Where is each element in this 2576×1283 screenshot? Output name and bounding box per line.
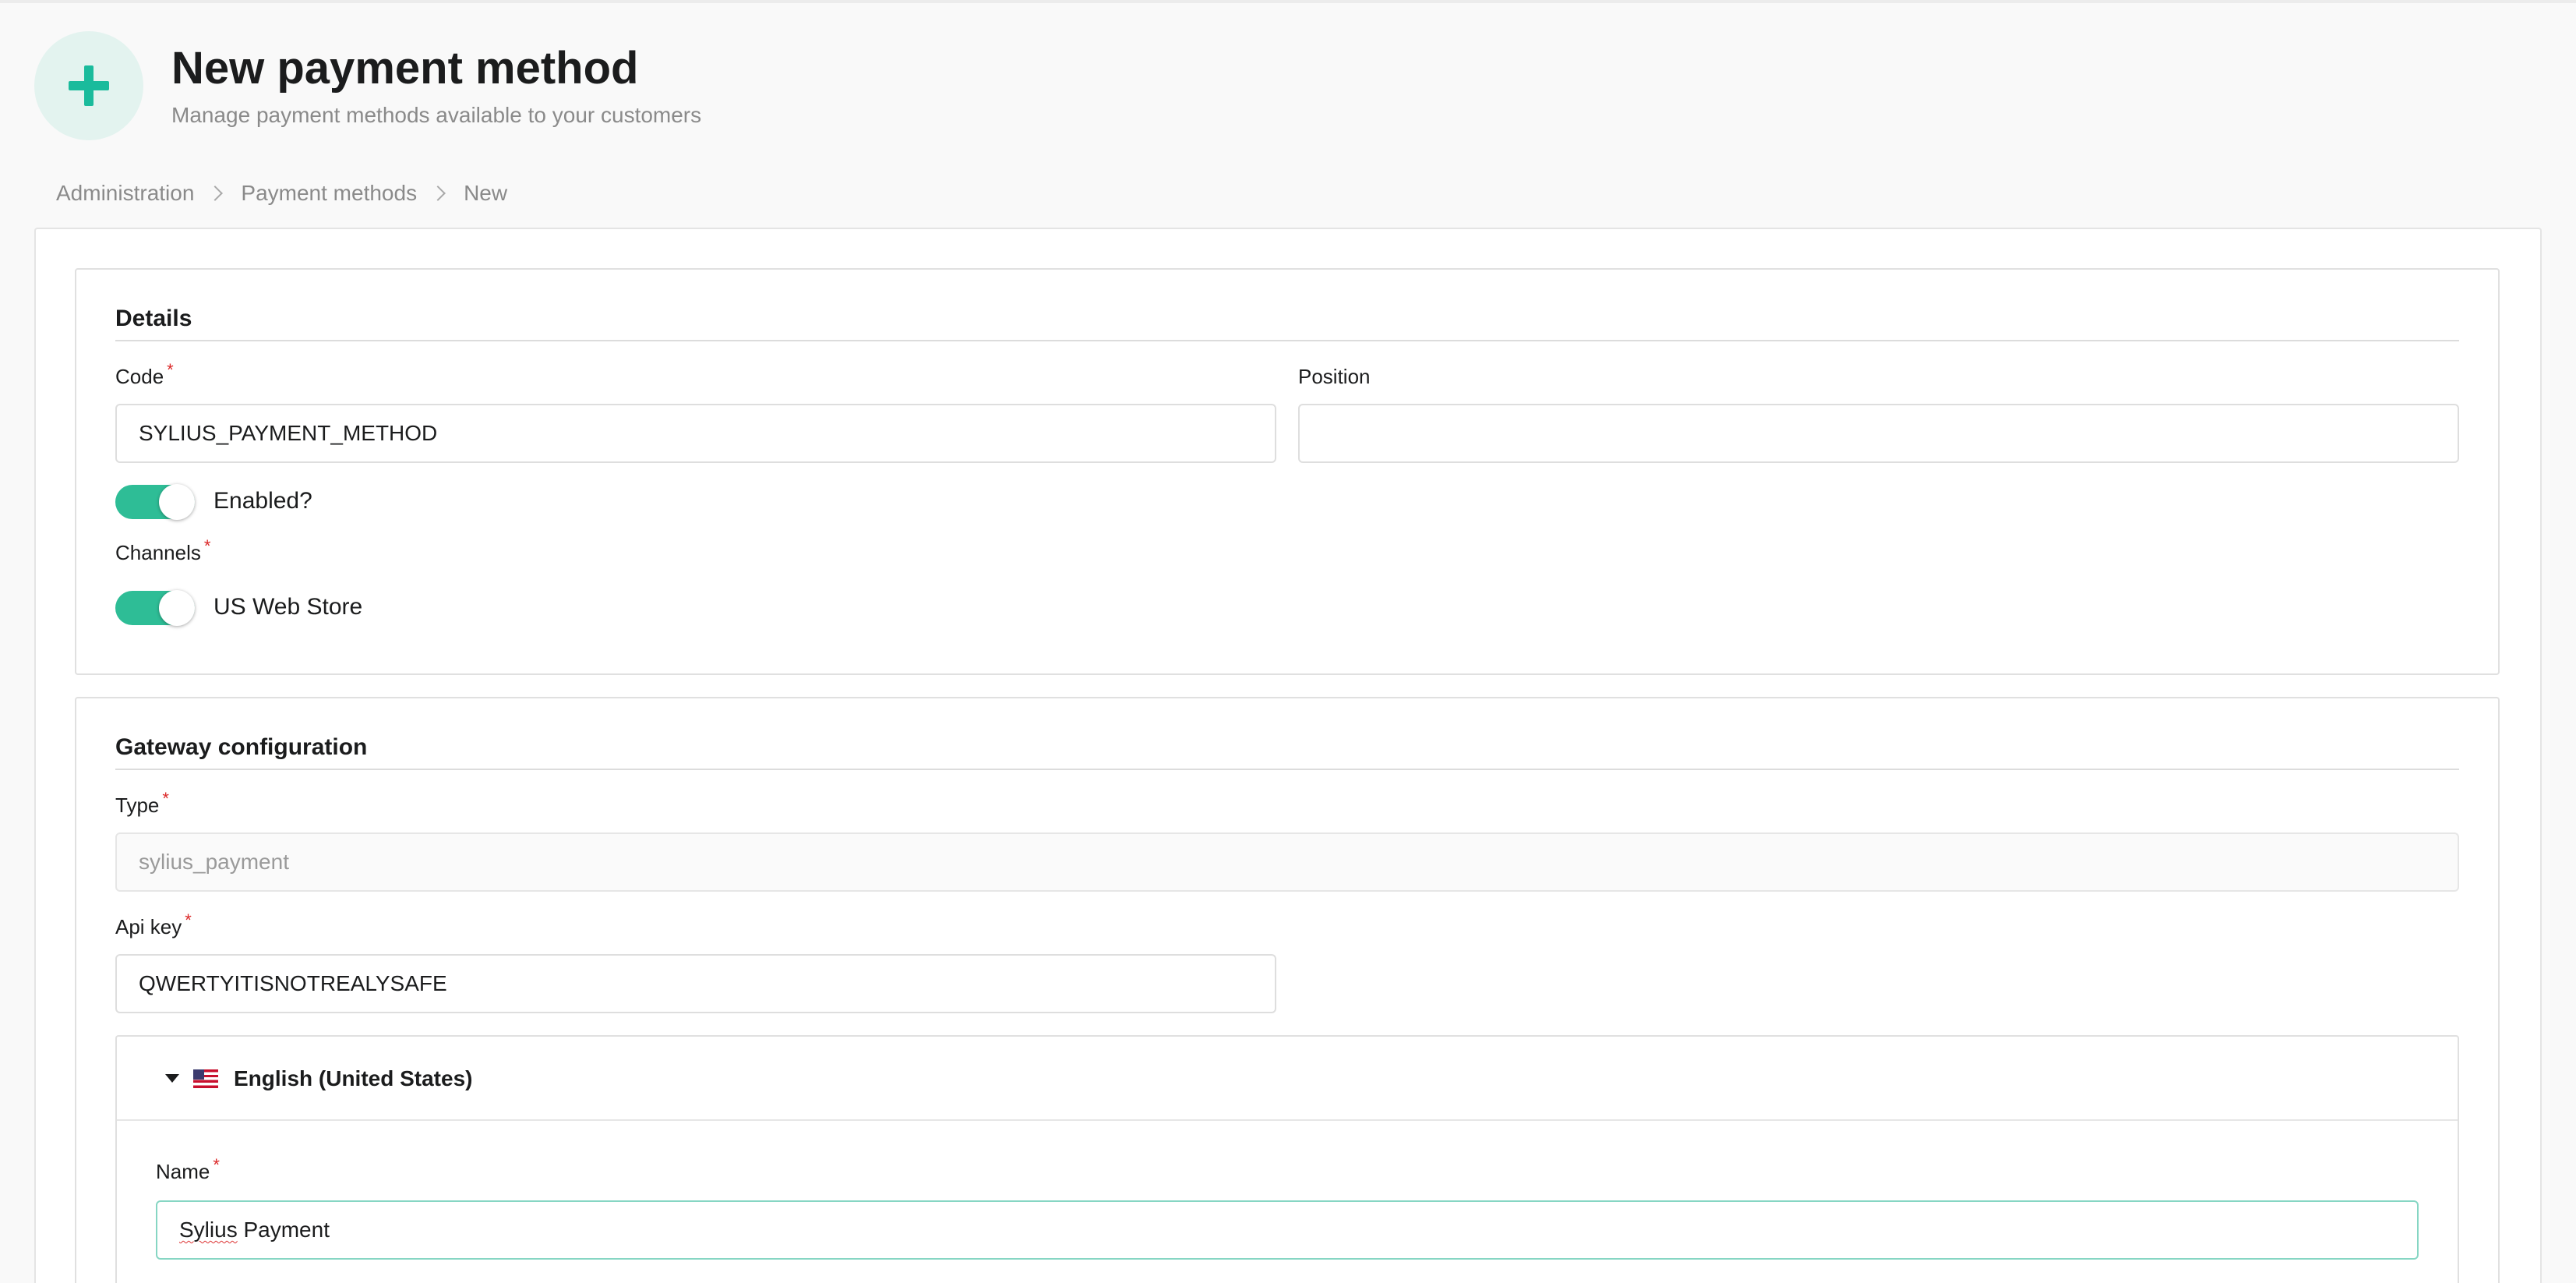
required-marker: * <box>185 910 192 930</box>
enabled-label: Enabled? <box>213 488 312 514</box>
type-label: Type * <box>115 789 169 817</box>
plus-icon <box>34 31 143 140</box>
code-label: Code * <box>115 360 174 388</box>
required-marker: * <box>203 536 211 556</box>
gateway-section-title: Gateway configuration <box>115 734 368 760</box>
page-subtitle: Manage payment methods available to your… <box>171 103 702 127</box>
api-key-label: Api key * <box>115 910 192 938</box>
chevron-right-icon <box>430 186 446 201</box>
channel-us-web-store-label: US Web Store <box>213 594 363 620</box>
breadcrumb-administration[interactable]: Administration <box>56 181 194 206</box>
required-marker: * <box>162 789 169 808</box>
us-flag-icon <box>193 1069 218 1088</box>
position-label: Position <box>1298 365 1371 388</box>
page-title: New payment method <box>171 43 639 94</box>
channel-us-web-store-toggle[interactable] <box>115 590 195 626</box>
details-divider <box>115 340 2459 341</box>
name-label: Name * <box>156 1155 220 1183</box>
position-input[interactable] <box>1298 404 2459 463</box>
required-marker: * <box>167 360 174 380</box>
breadcrumb-new: New <box>464 181 508 205</box>
translation-accordion-header[interactable]: English (United States) <box>117 1037 2458 1121</box>
top-divider <box>0 0 2576 3</box>
caret-down-icon <box>165 1074 179 1083</box>
name-input[interactable]: Sylius Payment <box>156 1200 2419 1260</box>
chevron-right-icon <box>207 186 224 201</box>
api-key-input[interactable]: QWERTYITISNOTREALYSAFE <box>115 954 1276 1013</box>
name-value-word1: Sylius <box>179 1218 238 1242</box>
gateway-divider <box>115 769 2459 770</box>
required-marker: * <box>213 1155 220 1175</box>
details-panel <box>75 268 2500 675</box>
breadcrumb-payment-methods[interactable]: Payment methods <box>241 181 417 206</box>
locale-title: English (United States) <box>234 1066 473 1090</box>
type-input: sylius_payment <box>115 832 2459 892</box>
name-value-word2: Payment <box>237 1218 330 1242</box>
page: New payment method Manage payment method… <box>0 0 2576 1283</box>
details-section-title: Details <box>115 306 192 331</box>
enabled-toggle[interactable] <box>115 484 195 520</box>
code-input[interactable]: SYLIUS_PAYMENT_METHOD <box>115 404 1276 463</box>
breadcrumb: Administration Payment methods New <box>56 181 507 206</box>
channels-label: Channels * <box>115 536 211 564</box>
